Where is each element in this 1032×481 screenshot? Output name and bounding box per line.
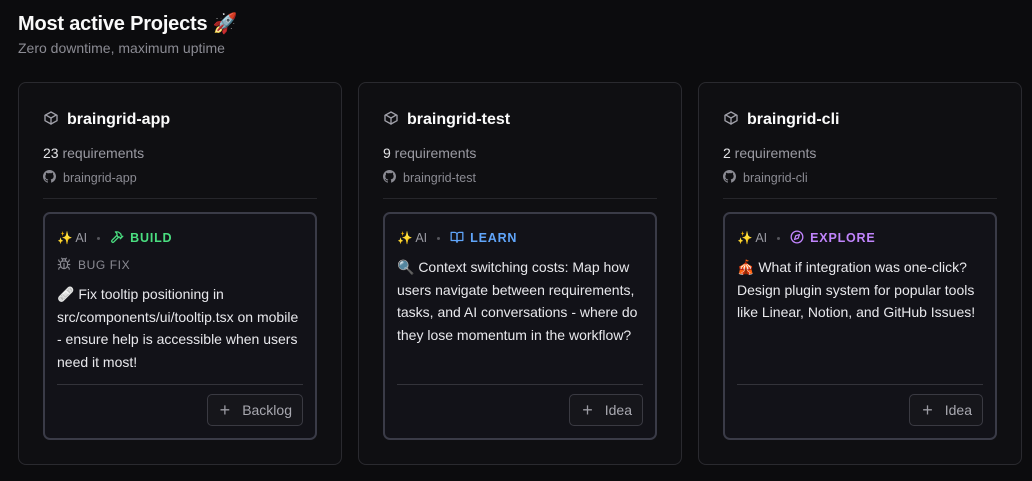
box-icon [43, 110, 59, 131]
add-idea-button[interactable]: + Idea [909, 394, 983, 426]
dot-separator [97, 236, 101, 240]
requirements-count: 2 requirements [723, 145, 817, 161]
section-header: Most active Projects 🚀 Zero downtime, ma… [18, 10, 238, 57]
suggestion-description: 🔍 Context switching costs: Map how users… [397, 259, 638, 343]
add-idea-button[interactable]: + Idea [569, 394, 643, 426]
mode-badge: LEARN [450, 230, 517, 247]
project-name[interactable]: braingrid-test [407, 111, 510, 129]
divider [43, 198, 317, 199]
mode-label: EXPLORE [810, 231, 876, 245]
category-label: BUG FIX [78, 258, 131, 272]
repo-name: braingrid-test [403, 171, 476, 185]
github-icon [723, 170, 736, 186]
project-header: braingrid-app [43, 109, 317, 131]
dot-separator [437, 236, 441, 240]
suggestion-description: 🩹 Fix tooltip positioning in src/compone… [57, 286, 299, 370]
hammer-icon [110, 230, 124, 247]
project-name[interactable]: braingrid-app [67, 111, 170, 129]
project-header: braingrid-cli [723, 109, 997, 131]
box-icon [723, 110, 739, 131]
add-to-backlog-button[interactable]: + Backlog [206, 394, 303, 426]
box-icon [383, 110, 399, 131]
project-card[interactable]: braingrid-cli 2 requirements braingrid-c… [698, 82, 1022, 465]
project-header: braingrid-test [383, 109, 657, 131]
button-label: Idea [944, 402, 972, 418]
project-name[interactable]: braingrid-cli [747, 111, 839, 129]
button-label: Backlog [242, 402, 292, 418]
tag-row: ✨ AI LEARN [397, 229, 643, 247]
requirements-count: 9 requirements [383, 145, 477, 161]
button-label: Idea [604, 402, 632, 418]
github-icon [383, 170, 396, 186]
divider [397, 384, 643, 385]
ai-badge: ✨ AI [737, 230, 768, 245]
tag-row: ✨ AI EXPLORE [737, 229, 983, 247]
divider [57, 384, 303, 385]
requirements-count: 23 requirements [43, 145, 145, 161]
section-subtitle: Zero downtime, maximum uptime [18, 40, 225, 56]
book-open-icon [450, 230, 464, 247]
project-card[interactable]: braingrid-test 9 requirements braingrid-… [358, 82, 682, 465]
category-badge: BUG FIX [57, 257, 303, 273]
github-icon [43, 170, 56, 186]
section-title: Most active Projects 🚀 [18, 13, 238, 35]
repo-link[interactable]: braingrid-test [383, 170, 657, 186]
plus-icon: + [582, 400, 593, 420]
compass-icon [790, 230, 804, 247]
project-grid: braingrid-app 23 requirements braingrid-… [18, 82, 1022, 465]
mode-label: BUILD [130, 231, 173, 245]
repo-name: braingrid-cli [743, 171, 808, 185]
repo-link[interactable]: braingrid-app [43, 170, 317, 186]
tag-row: ✨ AI BUILD [57, 229, 303, 247]
divider [737, 384, 983, 385]
plus-icon: + [219, 400, 231, 420]
plus-icon: + [922, 400, 933, 420]
suggestion-card[interactable]: ✨ AI LEARN 🔍 Context switching costs: Ma… [383, 212, 657, 440]
mode-badge: BUILD [110, 230, 172, 247]
mode-badge: EXPLORE [790, 230, 875, 247]
dot-separator [777, 236, 781, 240]
repo-name: braingrid-app [63, 171, 137, 185]
bug-icon [57, 257, 71, 274]
divider [383, 198, 657, 199]
mode-label: LEARN [470, 231, 518, 245]
suggestion-card[interactable]: ✨ AI EXPLORE 🎪 What if integration was o… [723, 212, 997, 440]
repo-link[interactable]: braingrid-cli [723, 170, 997, 186]
suggestion-description: 🎪 What if integration was one-click? Des… [737, 259, 976, 320]
suggestion-card[interactable]: ✨ AI BUILD BUG FIX 🩹 Fix tooltip positio… [43, 212, 317, 440]
divider [723, 198, 997, 199]
project-card[interactable]: braingrid-app 23 requirements braingrid-… [18, 82, 342, 465]
ai-badge: ✨ AI [397, 230, 428, 245]
ai-badge: ✨ AI [57, 230, 88, 245]
